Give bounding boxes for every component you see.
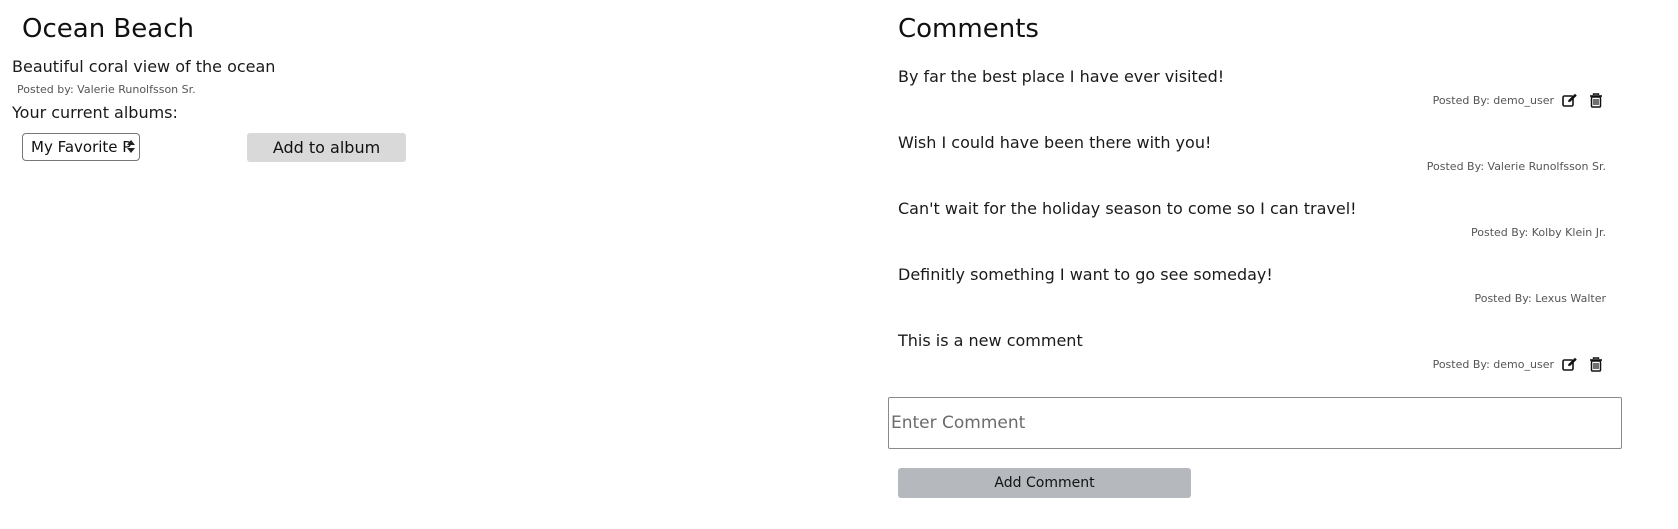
album-select-value: My Favorite P xyxy=(31,138,132,156)
photo-posted-by: Posted by: Valerie Runolfsson Sr. xyxy=(17,83,196,96)
comment-item: Can't wait for the holiday season to com… xyxy=(898,199,1606,259)
albums-label: Your current albums: xyxy=(12,103,178,122)
comment-author: Posted By: Valerie Runolfsson Sr. xyxy=(1426,159,1606,173)
comment-text: By far the best place I have ever visite… xyxy=(898,67,1225,86)
photo-description: Beautiful coral view of the ocean xyxy=(12,57,276,76)
comments-panel: Comments By far the best place I have ev… xyxy=(888,0,1678,529)
edit-icon[interactable] xyxy=(1560,91,1580,109)
comment-input[interactable] xyxy=(888,397,1622,449)
photo-panel: Ocean Beach Beautiful coral view of the … xyxy=(0,0,860,529)
trash-icon[interactable] xyxy=(1586,355,1606,373)
comment-text: This is a new comment xyxy=(898,331,1083,350)
select-arrows-icon xyxy=(127,137,135,157)
comment-meta: Posted By: Kolby Klein Jr. xyxy=(1471,223,1606,241)
photo-title: Ocean Beach xyxy=(22,14,194,44)
comment-item: Wish I could have been there with you! P… xyxy=(898,133,1606,193)
comment-author: Posted By: demo_user xyxy=(1432,93,1554,107)
comment-meta: Posted By: Lexus Walter xyxy=(1474,289,1606,307)
comment-author: Posted By: Lexus Walter xyxy=(1474,291,1606,305)
album-select[interactable]: My Favorite P xyxy=(22,133,140,161)
comment-text: Wish I could have been there with you! xyxy=(898,133,1212,152)
comment-text: Can't wait for the holiday season to com… xyxy=(898,199,1357,218)
comment-meta: Posted By: demo_user xyxy=(1433,91,1606,109)
trash-icon[interactable] xyxy=(1586,91,1606,109)
comment-item: This is a new comment Posted By: demo_us… xyxy=(898,331,1606,391)
comment-author: Posted By: Kolby Klein Jr. xyxy=(1471,225,1606,239)
comment-text: Definitly something I want to go see som… xyxy=(898,265,1273,284)
comment-meta: Posted By: demo_user xyxy=(1433,355,1606,373)
add-to-album-button[interactable]: Add to album xyxy=(247,133,406,162)
comment-item: Definitly something I want to go see som… xyxy=(898,265,1606,325)
comment-author: Posted By: demo_user xyxy=(1432,357,1554,371)
add-comment-button[interactable]: Add Comment xyxy=(898,468,1191,498)
edit-icon[interactable] xyxy=(1560,355,1580,373)
comment-meta: Posted By: Valerie Runolfsson Sr. xyxy=(1427,157,1606,175)
comments-heading: Comments xyxy=(898,14,1039,44)
comment-item: By far the best place I have ever visite… xyxy=(898,67,1606,127)
